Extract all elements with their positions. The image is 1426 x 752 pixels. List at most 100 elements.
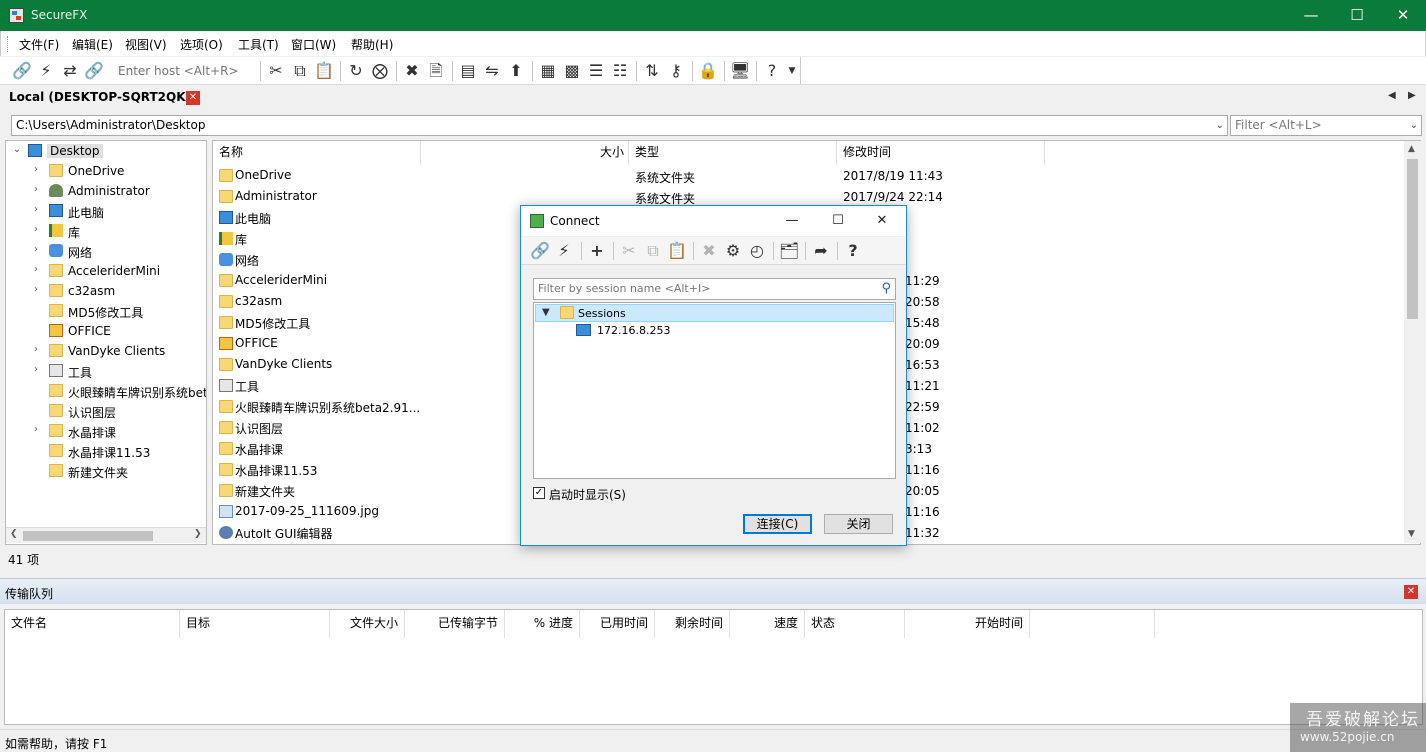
- dialog-close-button[interactable]: ✕: [867, 210, 897, 232]
- tab-close-icon[interactable]: ✕: [186, 91, 200, 105]
- dialog-maximize-button[interactable]: ☐: [823, 210, 853, 232]
- column-header-start-time[interactable]: 开始时间: [905, 610, 1030, 638]
- session-options-icon[interactable]: 🖥: [730, 61, 750, 81]
- expand-icon[interactable]: ›: [31, 364, 41, 375]
- minimize-button[interactable]: —: [1288, 0, 1334, 31]
- menu-help[interactable]: 帮助(H): [351, 36, 393, 53]
- tree-item[interactable]: › 此电脑: [6, 201, 206, 221]
- session-filter-input[interactable]: Filter by session name <Alt+I> ⚲: [533, 278, 896, 300]
- tree-item[interactable]: › VanDyke Clients: [6, 341, 206, 361]
- tree-item[interactable]: › c32asm: [6, 281, 206, 301]
- lock-icon[interactable]: 🔒: [698, 61, 718, 81]
- column-header-mtime[interactable]: 修改时间: [837, 141, 1045, 165]
- column-header-elapsed[interactable]: 已用时间: [580, 610, 655, 638]
- tree-item[interactable]: OFFICE: [6, 321, 206, 341]
- disconnect-icon[interactable]: 🔗: [84, 61, 104, 81]
- sessions-folder-row[interactable]: ▼ Sessions: [535, 304, 894, 322]
- tree-item[interactable]: 新建文件夹: [6, 461, 206, 481]
- tree-item[interactable]: › 库: [6, 221, 206, 241]
- tree-item[interactable]: 认识图层: [6, 401, 206, 421]
- column-header-target[interactable]: 目标: [180, 610, 330, 638]
- column-header-bytes-transferred[interactable]: 已传输字节: [405, 610, 505, 638]
- column-header-filesize[interactable]: 文件大小: [330, 610, 405, 638]
- close-icon[interactable]: ✕: [1404, 585, 1418, 599]
- share-icon[interactable]: ➦: [811, 241, 831, 261]
- file-row[interactable]: Administrator 系统文件夹 2017/9/24 22:14: [213, 186, 1403, 207]
- expand-icon[interactable]: ›: [31, 164, 41, 175]
- scroll-up-icon[interactable]: ▲: [1408, 144, 1415, 154]
- quick-connect-icon[interactable]: ⚡: [554, 241, 574, 261]
- expand-icon[interactable]: ›: [31, 244, 41, 255]
- close-button[interactable]: 关闭: [824, 514, 893, 534]
- tree-horizontal-scrollbar[interactable]: ❮ ❯: [6, 527, 206, 543]
- collapse-icon[interactable]: ▼: [542, 307, 550, 318]
- connect-icon[interactable]: 🔗: [530, 241, 550, 261]
- expand-icon[interactable]: ›: [31, 184, 41, 195]
- column-header-name[interactable]: 名称: [213, 141, 421, 165]
- tree-item[interactable]: 水晶排课11.53: [6, 441, 206, 461]
- file-row[interactable]: OneDrive 系统文件夹 2017/8/19 11:43: [213, 165, 1403, 186]
- scrollbar-thumb[interactable]: [1407, 159, 1418, 319]
- paste-icon[interactable]: 📋: [667, 241, 687, 261]
- up-folder-icon[interactable]: ⬆: [506, 61, 526, 81]
- tree-item[interactable]: ⌄ Desktop: [6, 141, 206, 161]
- help-icon[interactable]: ?: [843, 241, 863, 261]
- find-icon[interactable]: ◴: [747, 241, 767, 261]
- tree-item[interactable]: › AcceleriderMini: [6, 261, 206, 281]
- tree-item[interactable]: › OneDrive: [6, 161, 206, 181]
- tree-item[interactable]: › 工具: [6, 361, 206, 381]
- gear-icon[interactable]: ⚙: [723, 241, 743, 261]
- sync-icon[interactable]: ⇋: [482, 61, 502, 81]
- dialog-minimize-button[interactable]: —: [777, 210, 807, 232]
- column-header-type[interactable]: 类型: [629, 141, 837, 165]
- help-icon[interactable]: ?: [762, 61, 782, 81]
- properties-icon[interactable]: 🗎: [426, 61, 446, 81]
- transfer-queue-table[interactable]: 文件名 目标 文件大小 已传输字节 % 进度 已用时间 剩余时间 速度 状态 开…: [4, 609, 1423, 725]
- column-header-progress[interactable]: % 进度: [505, 610, 580, 638]
- show-on-startup-checkbox[interactable]: ✓: [533, 487, 545, 499]
- column-header-remaining[interactable]: 剩余时间: [655, 610, 730, 638]
- scroll-right-icon[interactable]: ❯: [194, 529, 202, 539]
- delete-icon[interactable]: ✖: [402, 61, 422, 81]
- folder-tree[interactable]: ⌄ Desktop › OneDrive › Administrator › 此…: [5, 140, 207, 545]
- details-view-icon[interactable]: ☷: [610, 61, 630, 81]
- filter-input[interactable]: Filter <Alt+L> ⌄: [1230, 115, 1422, 136]
- expand-icon[interactable]: ›: [31, 424, 41, 435]
- transfer-mode-icon[interactable]: ⇅: [642, 61, 662, 81]
- connect-icon[interactable]: 🔗: [12, 61, 32, 81]
- small-icons-icon[interactable]: ▩: [562, 61, 582, 81]
- tree-item[interactable]: MD5修改工具: [6, 301, 206, 321]
- close-window-button[interactable]: ✕: [1380, 0, 1426, 31]
- paste-icon[interactable]: 📋: [314, 61, 334, 81]
- menu-tools[interactable]: 工具(T): [238, 36, 279, 53]
- copy-icon[interactable]: ⧉: [290, 61, 310, 81]
- expand-icon[interactable]: ›: [31, 344, 41, 355]
- column-header-status[interactable]: 状态: [805, 610, 905, 638]
- path-combobox[interactable]: C:\Users\Administrator\Desktop ⌄: [11, 115, 1228, 136]
- chevron-down-icon[interactable]: ⌄: [1216, 116, 1224, 135]
- search-icon[interactable]: ⚲: [881, 279, 891, 299]
- menu-window[interactable]: 窗口(W): [291, 36, 336, 53]
- connect-button[interactable]: 连接(C): [743, 514, 812, 534]
- tab-scroll-right-icon[interactable]: ▶: [1408, 90, 1416, 101]
- copy-icon[interactable]: ⧉: [643, 241, 663, 261]
- reconnect-icon[interactable]: ⇄: [60, 61, 80, 81]
- delete-icon[interactable]: ✖: [699, 241, 719, 261]
- session-tree[interactable]: ▼ Sessions 172.16.8.253: [533, 302, 896, 479]
- maximize-button[interactable]: ☐: [1334, 0, 1380, 31]
- scroll-down-icon[interactable]: ▼: [1408, 529, 1415, 539]
- tree-item[interactable]: › 网络: [6, 241, 206, 261]
- scrollbar-thumb[interactable]: [23, 531, 153, 541]
- list-view-icon[interactable]: ☰: [586, 61, 606, 81]
- expand-icon[interactable]: ›: [31, 264, 41, 275]
- new-session-icon[interactable]: +: [587, 241, 607, 261]
- tree-item[interactable]: 火眼臻睛车牌识别系统bet: [6, 381, 206, 401]
- expand-icon[interactable]: ›: [31, 204, 41, 215]
- new-folder-icon[interactable]: 🗂: [779, 241, 799, 261]
- quick-connect-icon[interactable]: ⚡: [36, 61, 56, 81]
- cut-icon[interactable]: ✂: [619, 241, 639, 261]
- collapse-icon[interactable]: ⌄: [12, 144, 22, 155]
- column-header-filename[interactable]: 文件名: [5, 610, 180, 638]
- menu-options[interactable]: 选项(O): [180, 36, 223, 53]
- stop-icon[interactable]: ⨂: [370, 61, 390, 81]
